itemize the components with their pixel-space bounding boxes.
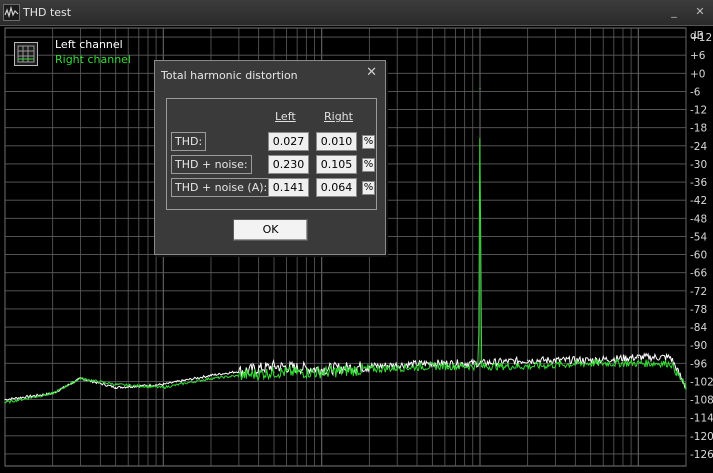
app-icon [3,4,20,21]
y-tick-label: -60 [690,250,707,262]
y-tick-label: -108 [690,395,713,407]
data-point-right [590,362,592,364]
thd-noise-unit: % [362,158,375,172]
y-tick-label: -66 [690,268,707,280]
y-tick-label: -54 [690,231,707,243]
y-tick-label: -114 [690,413,713,425]
ok-button[interactable]: OK [233,219,308,241]
data-point-right [115,383,117,386]
y-tick-label: +0 [690,68,705,80]
y-tick-label: -24 [690,141,707,153]
title-bar: THD test _ ✕ [0,0,713,26]
row-label-thd: THD: [171,132,207,151]
y-tick-label: -18 [690,123,707,135]
column-header-left: Left [275,110,296,123]
thd-noise-left-value: 0.230 [268,155,309,174]
data-point-right [210,377,212,379]
series-line-left [4,352,687,401]
legend-right-channel: Right channel [55,53,131,66]
data-point-left [527,359,529,361]
y-tick-label: -42 [690,195,707,207]
thd-noise-right-value: 0.105 [316,155,357,174]
data-point-left [590,359,592,361]
data-point-left [162,383,164,386]
data-point-right [162,386,164,389]
y-tick-label: -12 [690,105,707,117]
data-point-right [480,365,482,367]
close-window-button[interactable]: ✕ [693,5,707,19]
legend-grid-icon[interactable] [14,42,38,66]
column-header-right: Right [324,110,353,123]
y-tick-label: +6 [690,50,706,62]
y-tick-label: -90 [690,340,707,352]
y-tick-label: -6 [690,86,701,98]
data-point-left [273,365,275,367]
row-label-thd-noise: THD + noise: [171,155,252,174]
dialog-title: Total harmonic distortion [161,69,298,82]
thd-noise-a-left-value: 0.141 [268,178,309,197]
dialog-close-button[interactable]: ✕ [366,65,377,80]
minimize-button[interactable]: _ [667,5,681,19]
data-point-right [670,362,672,364]
data-point-right [4,401,6,404]
data-point-right [321,371,323,373]
thd-left-value: 0.027 [268,132,309,151]
data-point-left [321,368,323,370]
thd-unit: % [362,135,375,149]
thd-dialog: Total harmonic distortion ✕ Left Right T… [154,60,386,255]
y-tick-label: -126 [690,449,713,461]
data-point-right [478,365,480,367]
y-unit-label: dB [690,30,704,42]
y-tick-label: -96 [690,358,707,370]
data-point-right [479,87,481,90]
data-point-left [479,362,481,364]
thd-noise-a-right-value: 0.064 [316,178,357,197]
y-tick-label: -72 [690,286,707,298]
y-tick-label: -78 [690,304,707,316]
data-point-right [52,392,54,395]
data-point-left [637,356,639,358]
data-point-left [670,356,672,358]
data-point-right [368,368,370,370]
y-tick-label: -30 [690,159,707,171]
y-tick-label: -84 [690,322,707,334]
data-point-left [115,386,117,389]
data-point-left [368,365,370,367]
data-point-left [4,398,6,401]
y-tick-label: -36 [690,177,707,189]
y-tick-label: -48 [690,213,707,225]
window-title: THD test [23,6,72,19]
legend-left-channel: Left channel [55,38,123,51]
data-point-right [527,365,529,367]
data-point-right [685,386,687,389]
data-point-right [273,371,275,373]
thd-right-value: 0.010 [316,132,357,151]
data-point-left [210,374,212,376]
data-point-right [431,365,433,367]
row-label-thd-noise-a: THD + noise (A): [171,178,272,197]
y-tick-label: -102 [690,376,713,388]
thd-noise-a-unit: % [362,181,375,195]
y-tick-label: -120 [690,431,713,443]
data-point-right [79,377,82,379]
results-panel: Left Right THD: 0.027 0.010 % THD + nois… [166,98,377,210]
data-point-right [637,362,639,364]
